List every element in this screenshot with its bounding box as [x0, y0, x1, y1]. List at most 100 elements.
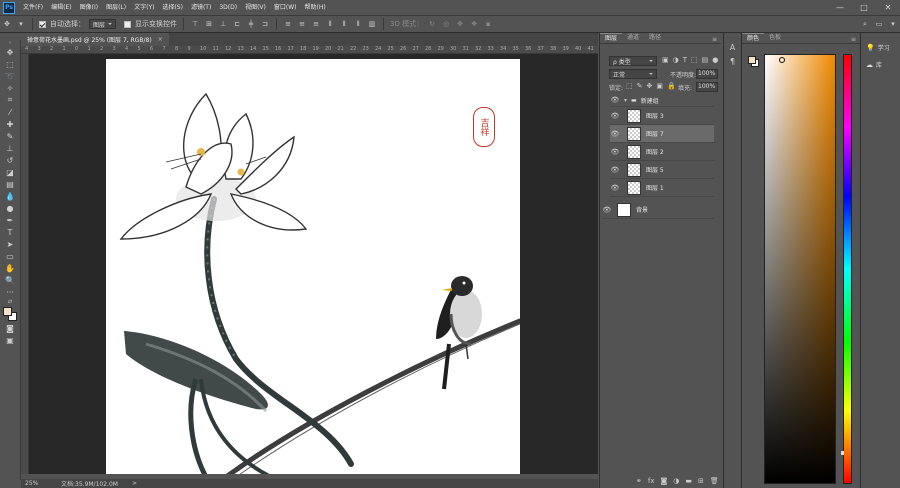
maximize-button[interactable]: □ [852, 0, 876, 16]
library-button[interactable]: ☁ 库 [866, 60, 900, 70]
new-layer-icon[interactable]: ⊞ [698, 477, 704, 485]
close-button[interactable]: ✕ [876, 0, 900, 16]
eraser-tool-icon[interactable]: ◪ [2, 166, 18, 178]
tab-close-icon[interactable]: × [158, 36, 163, 43]
visibility-eye-icon[interactable]: 👁 [610, 130, 620, 138]
auto-select-dropdown[interactable]: 图层 [89, 19, 117, 29]
layer-row[interactable]: 👁 图层 1 [610, 179, 714, 197]
filter-pixel-icon[interactable]: ▣ [662, 56, 669, 64]
canvas[interactable]: 吉祥 [106, 59, 520, 474]
eyedropper-tool-icon[interactable]: ⁄ [2, 106, 18, 118]
status-arrow-icon[interactable]: > [132, 480, 137, 487]
layer-row-selected[interactable]: 👁 图层 7 [610, 125, 714, 143]
lock-artboard-icon[interactable]: ▣ [656, 82, 663, 90]
menu-layer[interactable]: 图层(L) [102, 0, 130, 16]
auto-align-icon[interactable]: ▥ [367, 18, 377, 30]
panel-menu-icon[interactable]: ≡ [712, 36, 721, 43]
filter-adjust-icon[interactable]: ◑ [673, 56, 679, 64]
type-tool-icon[interactable]: T [2, 226, 18, 238]
move-tool-icon[interactable]: ✥ [2, 46, 18, 58]
lock-paint-icon[interactable]: ✎ [637, 82, 643, 90]
fx-icon[interactable]: fx [648, 477, 655, 485]
character-icon[interactable]: A [724, 43, 741, 52]
tab-paths[interactable]: 路径 [644, 33, 666, 43]
visibility-eye-icon[interactable]: 👁 [610, 96, 620, 104]
search-icon[interactable]: ⌕ [860, 18, 870, 30]
workspace-dropdown-icon[interactable]: ▾ [888, 18, 898, 30]
menu-window[interactable]: 窗口(W) [270, 0, 301, 16]
tab-channels[interactable]: 通道 [622, 33, 644, 43]
paragraph-icon[interactable]: ¶ [724, 57, 741, 66]
menu-3d[interactable]: 3D(D) [215, 0, 241, 16]
crop-tool-icon[interactable]: ⌗ [2, 94, 18, 106]
pen-tool-icon[interactable]: ✒ [2, 214, 18, 226]
filter-shape-icon[interactable]: ⬚ [691, 56, 698, 64]
align-vcenter-icon[interactable]: ⊞ [204, 18, 214, 30]
fill-field[interactable]: 100% [696, 82, 718, 92]
minimize-button[interactable]: — [828, 0, 852, 16]
layer-row[interactable]: 👁 图层 2 [610, 143, 714, 161]
foreground-color-swatch[interactable] [748, 56, 756, 64]
align-top-icon[interactable]: ⊤ [190, 18, 200, 30]
blend-mode-dropdown[interactable]: 正常 [609, 69, 657, 79]
link-icon[interactable]: ⚭ [636, 477, 642, 485]
healing-brush-tool-icon[interactable]: ✚ [2, 118, 18, 130]
tab-swatches[interactable]: 色板 [764, 33, 786, 43]
align-hcenter-icon[interactable]: ╪ [246, 18, 256, 30]
menu-edit[interactable]: 编辑(E) [47, 0, 75, 16]
trash-icon[interactable]: 🗑 [710, 477, 719, 485]
tab-color[interactable]: 颜色 [742, 33, 765, 43]
layer-row-background[interactable]: 👁 背景 [602, 201, 714, 219]
visibility-eye-icon[interactable]: 👁 [602, 206, 612, 214]
lock-all-icon[interactable]: 🔒 [667, 82, 676, 90]
menu-file[interactable]: 文件(F) [19, 0, 47, 16]
hand-tool-icon[interactable]: ✋ [2, 262, 18, 274]
visibility-eye-icon[interactable]: 👁 [610, 166, 620, 174]
zoom-tool-icon[interactable]: 🔍 [2, 274, 18, 286]
align-bottom-icon[interactable]: ⊥ [218, 18, 228, 30]
path-selection-tool-icon[interactable]: ➤ [2, 238, 18, 250]
brush-tool-icon[interactable]: ✎ [2, 130, 18, 142]
menu-filter[interactable]: 滤镜(T) [187, 0, 215, 16]
magic-wand-tool-icon[interactable]: ✧ [2, 82, 18, 94]
blur-tool-icon[interactable]: 💧 [2, 190, 18, 202]
distribute-bottom-icon[interactable]: ≡ [311, 18, 321, 30]
distribute-hcenter-icon[interactable]: ⦀ [339, 18, 349, 30]
rectangle-tool-icon[interactable]: ▭ [2, 250, 18, 262]
folder-icon[interactable]: ▬ [685, 477, 692, 485]
foreground-color-swatch[interactable] [3, 307, 12, 316]
tab-layers[interactable]: 图层 [600, 33, 623, 43]
dodge-tool-icon[interactable]: ● [2, 202, 18, 214]
panel-menu-icon[interactable]: ≡ [851, 36, 860, 43]
filter-toggle-icon[interactable]: ● [712, 56, 718, 64]
align-right-icon[interactable]: ⊐ [260, 18, 270, 30]
document-tab[interactable]: 禅意荷花水墨画.psd @ 25% (图层 7, RGB/8) × [21, 33, 169, 46]
visibility-eye-icon[interactable]: 👁 [610, 184, 620, 192]
distribute-vcenter-icon[interactable]: ≡ [297, 18, 307, 30]
filter-smart-icon[interactable]: ▤ [702, 56, 709, 64]
marquee-tool-icon[interactable]: ⬚ [2, 58, 18, 70]
color-picker-field[interactable] [764, 54, 836, 484]
layer-group-row[interactable]: 👁 ▾ ▬ 新建组 [610, 94, 714, 107]
history-brush-tool-icon[interactable]: ↺ [2, 154, 18, 166]
opacity-field[interactable]: 100% [696, 69, 718, 79]
distribute-right-icon[interactable]: ⦀ [353, 18, 363, 30]
clone-stamp-tool-icon[interactable]: ⊥ [2, 142, 18, 154]
document-workspace[interactable]: 吉祥 [29, 54, 598, 474]
group-collapse-icon[interactable]: ▾ [624, 97, 627, 104]
layer-row[interactable]: 👁 图层 3 [610, 107, 714, 125]
visibility-eye-icon[interactable]: 👁 [610, 148, 620, 156]
hue-slider[interactable] [841, 54, 852, 484]
distribute-top-icon[interactable]: ≡ [283, 18, 293, 30]
mask-icon[interactable]: ◙ [660, 477, 667, 485]
screen-mode-icon[interactable]: ▣ [2, 334, 18, 346]
swap-colors-icon[interactable]: ⇄ [2, 298, 18, 306]
picker-cursor[interactable] [779, 57, 785, 63]
move-tool-icon[interactable]: ✥ [2, 18, 12, 30]
learn-button[interactable]: 💡 学习 [866, 43, 900, 53]
visibility-eye-icon[interactable]: 👁 [610, 112, 620, 120]
layer-row[interactable]: 👁 图层 5 [610, 161, 714, 179]
tool-preset-dropdown-icon[interactable]: ▾ [16, 18, 26, 30]
align-left-icon[interactable]: ⊏ [232, 18, 242, 30]
hue-slider-handle[interactable] [841, 451, 844, 455]
